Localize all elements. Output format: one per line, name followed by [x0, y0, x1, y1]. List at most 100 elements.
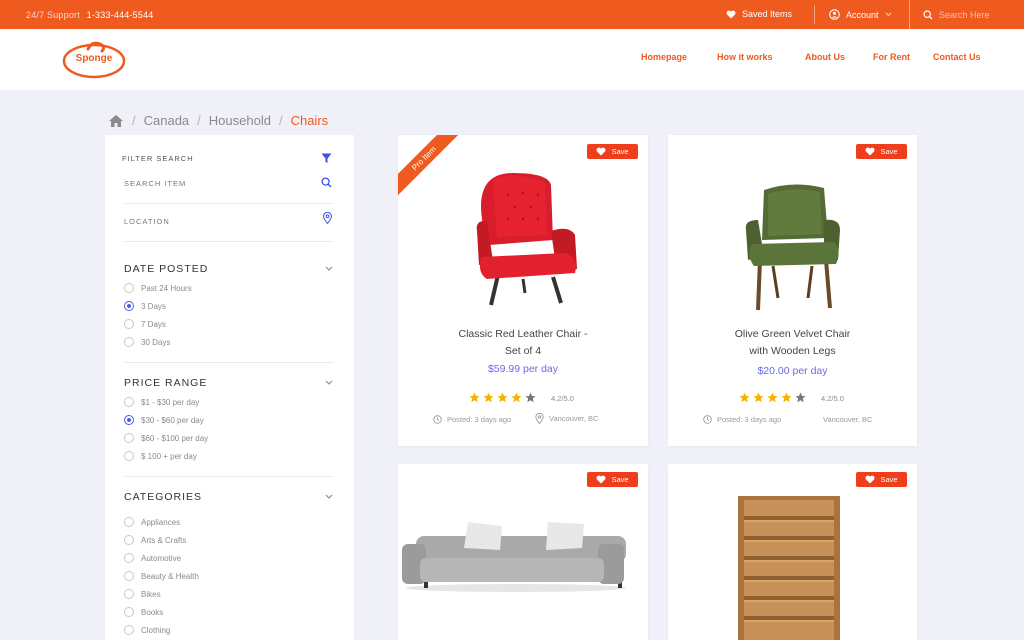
location-pin-icon[interactable]: [323, 212, 332, 224]
date-posted-title[interactable]: DATE POSTED: [124, 263, 208, 275]
radio-button[interactable]: [124, 535, 134, 545]
star-icon: [511, 392, 522, 403]
category-arts-crafts[interactable]: Arts & Crafts: [124, 535, 186, 545]
radio-button[interactable]: [124, 571, 134, 581]
category-bikes[interactable]: Bikes: [124, 589, 161, 599]
divider: [124, 241, 334, 242]
save-button[interactable]: Save: [856, 472, 907, 487]
category-books[interactable]: Books: [124, 607, 163, 617]
product-title-line2[interactable]: Set of 4: [398, 343, 648, 360]
category-appliances[interactable]: Appliances: [124, 517, 180, 527]
nav-contact-us[interactable]: Contact Us: [933, 52, 981, 62]
posted-date: Posted: 3 days ago: [433, 415, 511, 424]
chevron-down-icon[interactable]: [325, 266, 333, 271]
divider: [124, 203, 334, 204]
price-option-60-100[interactable]: $60 - $100 per day: [124, 433, 208, 443]
date-option-3-days[interactable]: 3 Days: [124, 301, 166, 311]
save-button[interactable]: Save: [856, 144, 907, 159]
option-label: Bikes: [141, 589, 161, 599]
date-option-30-days[interactable]: 30 Days: [124, 337, 170, 347]
save-label: Save: [880, 475, 898, 484]
star-empty-icon: [795, 392, 806, 403]
item-location: Vancouver, BC: [823, 415, 872, 424]
date-option-24h[interactable]: Past 24 Hours: [124, 283, 192, 293]
star-icon: [739, 392, 750, 403]
option-label: 7 Days: [141, 319, 166, 329]
product-card[interactable]: Save: [668, 464, 917, 640]
radio-button[interactable]: [124, 625, 134, 635]
search-item-input[interactable]: SEARCH ITEM: [124, 179, 334, 188]
category-clothing[interactable]: Clothing: [124, 625, 170, 635]
price-range-title[interactable]: PRICE RANGE: [124, 377, 207, 389]
product-title-line2[interactable]: with Wooden Legs: [668, 343, 917, 360]
nav-for-rent[interactable]: For Rent: [873, 52, 910, 62]
categories-title[interactable]: CATEGORIES: [124, 491, 202, 503]
star-icon: [781, 392, 792, 403]
star-icon: [497, 392, 508, 403]
price-option-100-plus[interactable]: $ 100 + per day: [124, 451, 197, 461]
chevron-down-icon[interactable]: [325, 380, 333, 385]
category-automotive[interactable]: Automotive: [124, 553, 181, 563]
chevron-down-icon[interactable]: [325, 494, 333, 499]
product-card[interactable]: Save: [398, 464, 648, 640]
star-rating: [739, 392, 806, 403]
radio-button[interactable]: [124, 319, 134, 329]
support-phone[interactable]: 1-333-444-5544: [87, 10, 154, 20]
radio-button-selected[interactable]: [124, 301, 134, 311]
product-title-line1[interactable]: Classic Red Leather Chair -: [398, 326, 648, 343]
option-label: Arts & Crafts: [141, 535, 187, 545]
radio-button[interactable]: [124, 337, 134, 347]
radio-button[interactable]: [124, 397, 134, 407]
price-option-30-60[interactable]: $30 - $60 per day: [124, 415, 204, 425]
save-button[interactable]: Save: [587, 472, 638, 487]
radio-button[interactable]: [124, 433, 134, 443]
breadcrumb-canada[interactable]: Canada: [144, 113, 190, 128]
star-empty-icon: [525, 392, 536, 403]
user-circle-icon: [829, 9, 840, 20]
breadcrumb-household[interactable]: Household: [209, 113, 271, 128]
divider: [124, 362, 334, 363]
logo-text: Sponge: [75, 53, 113, 64]
wooden-bookshelf-image: [738, 496, 840, 640]
nav-homepage[interactable]: Homepage: [641, 52, 687, 62]
option-label: Past 24 Hours: [141, 283, 192, 293]
sponge-logo[interactable]: Sponge: [62, 39, 126, 79]
date-option-7-days[interactable]: 7 Days: [124, 319, 166, 329]
location-pin-icon: [535, 413, 544, 424]
breadcrumb-separator: /: [278, 113, 283, 128]
saved-items-link[interactable]: Saved Items: [726, 9, 792, 19]
option-label: Beauty & Health: [141, 571, 199, 581]
option-label: $1 - $30 per day: [141, 397, 200, 407]
radio-button-selected[interactable]: [124, 415, 134, 425]
radio-button[interactable]: [124, 517, 134, 527]
account-dropdown[interactable]: Account: [829, 9, 892, 20]
product-card[interactable]: Pro Item Save Classic Red Leather Chair …: [398, 135, 648, 446]
radio-button[interactable]: [124, 553, 134, 563]
heart-icon: [596, 147, 606, 156]
option-label: $30 - $60 per day: [141, 415, 204, 425]
product-title-line1[interactable]: Olive Green Velvet Chair: [668, 326, 917, 343]
price-option-1-30[interactable]: $1 - $30 per day: [124, 397, 199, 407]
radio-button[interactable]: [124, 283, 134, 293]
search-icon[interactable]: [923, 9, 933, 20]
location-label: Vancouver, BC: [549, 414, 599, 423]
nav-how-it-works[interactable]: How it works: [717, 52, 773, 62]
radio-button[interactable]: [124, 589, 134, 599]
radio-button[interactable]: [124, 451, 134, 461]
product-price: $59.99 per day: [487, 363, 559, 375]
breadcrumb-separator: /: [132, 113, 136, 128]
filter-search-title: FILTER SEARCH: [122, 154, 194, 163]
nav-about-us[interactable]: About Us: [805, 52, 845, 62]
search-icon[interactable]: [321, 177, 332, 188]
radio-button[interactable]: [124, 607, 134, 617]
save-label: Save: [611, 147, 629, 156]
red-chair-image: [476, 173, 577, 306]
location-label: Vancouver, BC: [823, 415, 873, 424]
top-search-input[interactable]: [939, 9, 1019, 20]
location-input[interactable]: LOCATION: [124, 217, 334, 226]
category-beauty-health[interactable]: Beauty & Health: [124, 571, 199, 581]
home-icon[interactable]: [108, 114, 124, 128]
funnel-icon[interactable]: [321, 153, 332, 164]
product-card[interactable]: Save Olive Green Velvet Chair with Woode…: [668, 135, 917, 446]
save-button[interactable]: Save: [587, 144, 638, 159]
